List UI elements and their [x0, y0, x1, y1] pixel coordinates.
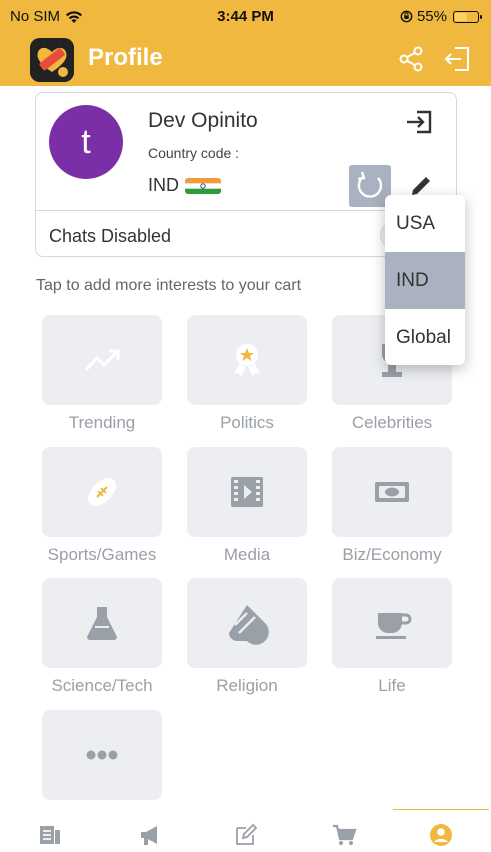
app-logo: [30, 38, 74, 82]
profile-icon: [430, 824, 452, 846]
megaphone-icon: [141, 826, 157, 845]
logout-button[interactable]: [443, 44, 473, 74]
nav-write[interactable]: [216, 822, 276, 848]
interest-life-tile[interactable]: [332, 578, 452, 668]
interest-celebrities-label: Celebrities: [351, 413, 433, 432]
football-icon: [88, 478, 116, 506]
nav-broadcast[interactable]: [120, 822, 180, 848]
interest-life-label: Life: [378, 676, 406, 695]
interest-religion-tile[interactable]: [187, 578, 307, 668]
country-option-usa[interactable]: USA: [385, 195, 465, 252]
login-icon: [407, 110, 432, 134]
interest-sports-label: Sports/Games: [47, 545, 157, 564]
country-code-label: Country code :: [148, 145, 240, 161]
interests-hint: Tap to add more interests to your cart: [36, 277, 302, 294]
country-code-text: IND: [148, 175, 179, 195]
interest-science-label: Science/Tech: [51, 676, 153, 695]
interest-media-tile[interactable]: [187, 447, 307, 537]
nav-feed[interactable]: [20, 822, 80, 848]
interest-more-tile[interactable]: [42, 710, 162, 800]
feed-icon: [40, 826, 60, 844]
logout-icon: [444, 47, 469, 71]
interest-media-label: Media: [223, 545, 271, 564]
interest-politics-label: Politics: [220, 413, 274, 432]
login-button[interactable]: [404, 109, 434, 135]
nav-profile[interactable]: [411, 822, 471, 848]
country-code-value: IND: [148, 175, 221, 196]
coffee-cup-icon: [376, 613, 412, 639]
trending-icon: [84, 349, 120, 372]
pencil-square-icon: [236, 823, 258, 845]
interest-trending-label: Trending: [68, 413, 136, 432]
share-icon: [399, 46, 423, 72]
cart-icon: [333, 824, 357, 845]
money-icon: [375, 482, 409, 502]
interest-politics-tile[interactable]: [187, 315, 307, 405]
share-button[interactable]: [396, 44, 426, 74]
battery-icon: [453, 10, 482, 23]
award-ribbon-icon: [234, 344, 260, 377]
interest-trending-tile[interactable]: [42, 315, 162, 405]
user-name: Dev Opinito: [148, 109, 258, 132]
bottom-nav: [0, 810, 491, 852]
status-battery: 55%: [400, 8, 482, 25]
more-icon: [86, 750, 118, 760]
interest-science-tile[interactable]: [42, 578, 162, 668]
country-option-global[interactable]: Global: [385, 309, 465, 365]
nav-cart[interactable]: [314, 822, 374, 848]
flask-icon: [87, 607, 117, 640]
page-title: Profile: [88, 44, 163, 71]
logo-icon: [30, 38, 74, 82]
country-dropdown: USA IND Global: [385, 195, 465, 365]
country-option-ind[interactable]: IND: [385, 252, 465, 309]
battery-text: 55%: [416, 8, 447, 25]
chat-status-text: Chats Disabled: [49, 226, 172, 246]
interest-religion-label: Religion: [216, 676, 278, 695]
interest-biz-label: Biz/Economy: [342, 545, 442, 564]
india-flag-icon: [185, 177, 221, 194]
film-icon: [231, 477, 263, 507]
orientation-lock-icon: [400, 10, 413, 23]
religion-icon: [229, 605, 269, 645]
avatar: t: [49, 105, 123, 179]
app-header: No SIM 3:44 PM 55% Profile: [0, 0, 491, 86]
interest-biz-tile[interactable]: [332, 447, 452, 537]
interest-sports-tile[interactable]: [42, 447, 162, 537]
